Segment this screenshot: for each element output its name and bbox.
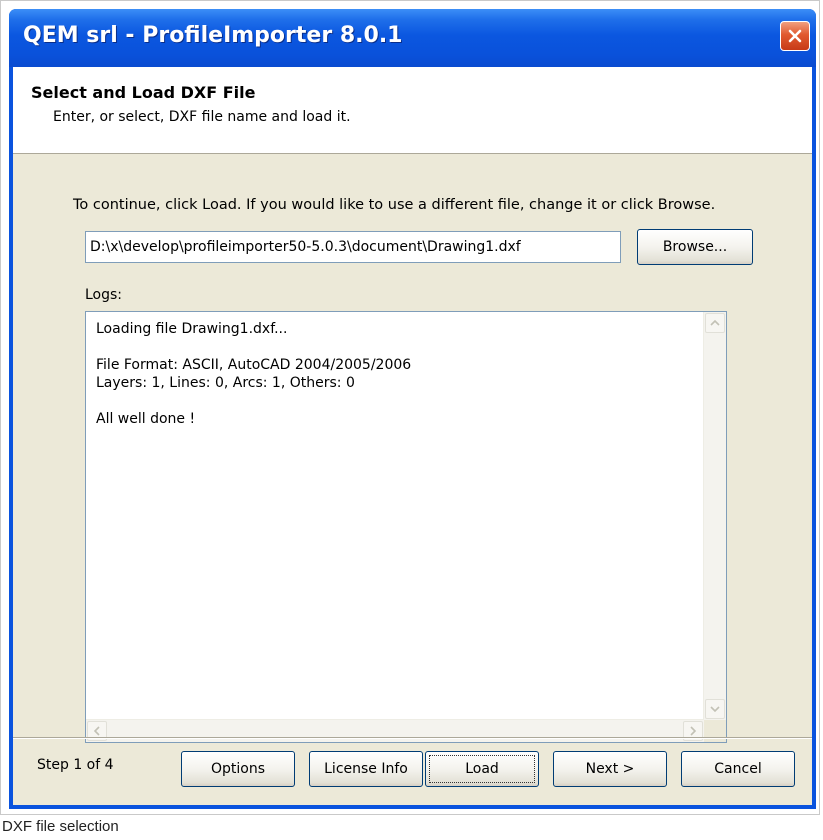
close-button[interactable] [780, 21, 810, 51]
dialog-client: Select and Load DXF File Enter, or selec… [13, 67, 812, 805]
window-title: QEM srl - ProfileImporter 8.0.1 [23, 23, 403, 48]
license-info-button[interactable]: License Info [309, 751, 423, 787]
dialog-window: QEM srl - ProfileImporter 8.0.1 Select a… [9, 9, 816, 809]
logs-textarea[interactable]: Loading file Drawing1.dxf... File Format… [85, 311, 727, 743]
figure-caption: DXF file selection [2, 818, 119, 835]
browse-button[interactable]: Browse... [637, 229, 753, 265]
footer-separator [13, 737, 812, 739]
file-path-input[interactable] [85, 231, 621, 263]
focus-rectangle [429, 755, 535, 783]
figure-frame: QEM srl - ProfileImporter 8.0.1 Select a… [0, 0, 820, 815]
chevron-left-icon [93, 726, 100, 736]
scroll-up-button[interactable] [705, 313, 725, 333]
cancel-button[interactable]: Cancel [681, 751, 795, 787]
vertical-scrollbar[interactable] [703, 312, 726, 720]
wizard-header-title: Select and Load DXF File [31, 83, 256, 102]
load-button[interactable]: Load [425, 751, 539, 787]
close-icon [788, 29, 802, 43]
options-button[interactable]: Options [181, 751, 295, 787]
logs-content: Loading file Drawing1.dxf... File Format… [96, 321, 412, 427]
wizard-header-subtitle: Enter, or select, DXF file name and load… [53, 109, 351, 125]
instruction-text: To continue, click Load. If you would li… [73, 197, 716, 213]
chevron-up-icon [710, 319, 720, 326]
chevron-right-icon [690, 726, 697, 736]
chevron-down-icon [710, 706, 720, 713]
step-indicator: Step 1 of 4 [37, 757, 114, 773]
wizard-header: Select and Load DXF File Enter, or selec… [13, 67, 812, 154]
logs-label: Logs: [85, 287, 123, 303]
next-button[interactable]: Next > [553, 751, 667, 787]
scroll-down-button[interactable] [705, 699, 725, 719]
title-bar[interactable]: QEM srl - ProfileImporter 8.0.1 [9, 9, 816, 67]
